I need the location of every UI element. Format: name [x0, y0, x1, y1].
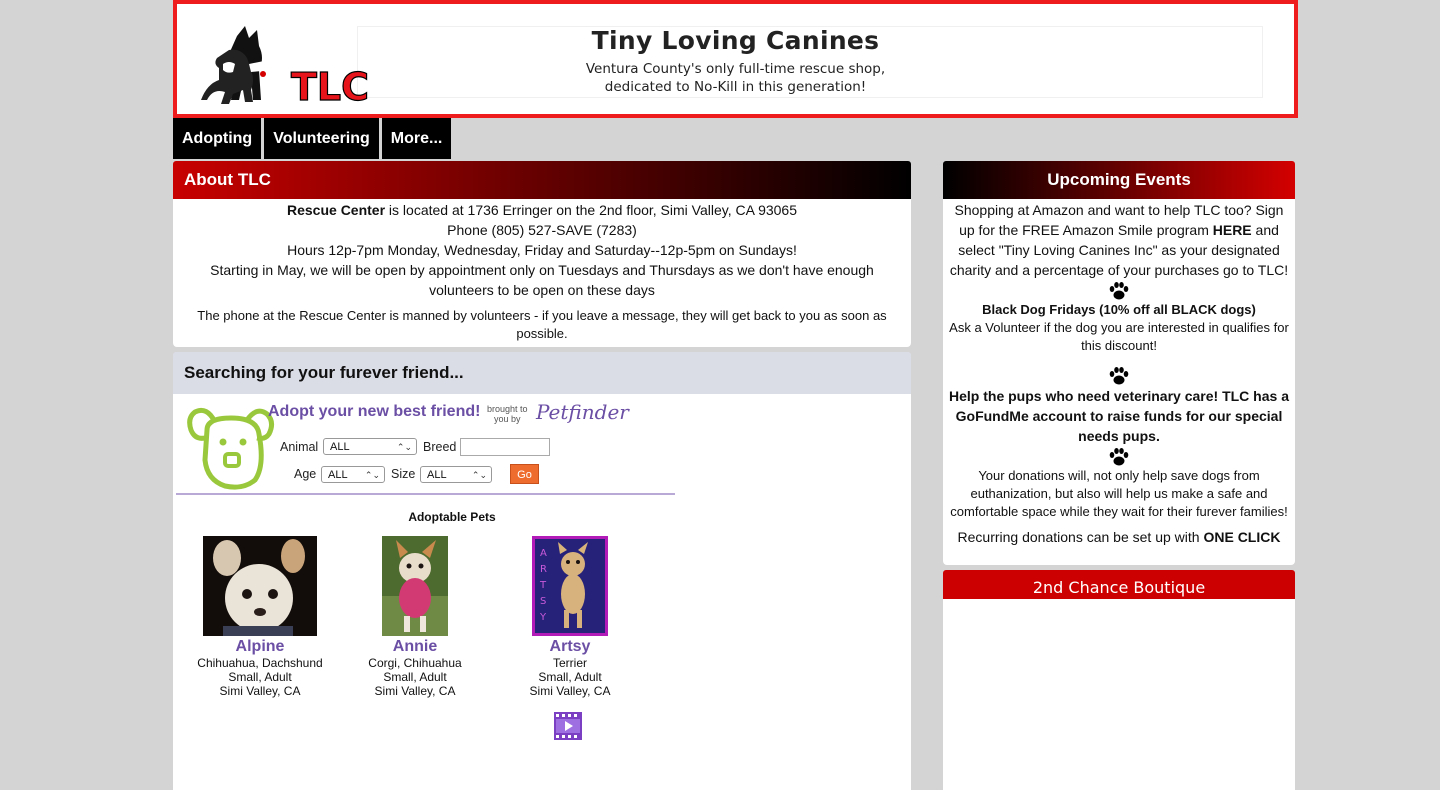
- paw-icon: [1109, 448, 1129, 466]
- about-may-notice: Starting in May, we will be open by appo…: [210, 262, 874, 298]
- age-select-value: ALL: [328, 469, 348, 481]
- main-nav: Adopting Volunteering More...: [173, 118, 452, 159]
- breed-input[interactable]: [460, 438, 550, 456]
- pet-name[interactable]: Annie: [340, 637, 490, 656]
- petfinder-title: Adopt your new best friend!: [268, 403, 481, 420]
- pet-card-artsy[interactable]: A R T S Y Artsy Terrier Small, Adult Sim…: [495, 536, 645, 698]
- pet-card-alpine[interactable]: Alpine Chihuahua, Dachshund Small, Adult…: [185, 536, 335, 698]
- petfinder-brand[interactable]: Petfinder: [536, 400, 629, 424]
- events-heading: Upcoming Events: [943, 161, 1295, 199]
- about-hours: Hours 12p-7pm Monday, Wednesday, Friday …: [287, 242, 797, 258]
- age-select[interactable]: ALL ⌃⌄: [321, 466, 385, 483]
- petfinder-dog-icon: [187, 407, 275, 490]
- svg-text:Y: Y: [539, 612, 547, 623]
- pet-name[interactable]: Artsy: [495, 637, 645, 656]
- rescue-center-label: Rescue Center: [287, 202, 386, 218]
- recurring-donations: Recurring donations can be set up with O…: [947, 527, 1291, 547]
- nav-volunteering[interactable]: Volunteering: [264, 118, 379, 159]
- select-chevron-icon: ⌃⌄: [396, 442, 412, 452]
- pet-breed: Corgi, Chihuahua: [368, 656, 462, 670]
- pet-size-age: Small, Adult: [538, 670, 602, 684]
- nav-adopting[interactable]: Adopting: [173, 118, 262, 159]
- video-icon[interactable]: [554, 712, 582, 740]
- pet-location: Simi Valley, CA: [219, 684, 301, 698]
- amazon-here-link[interactable]: HERE: [1213, 222, 1252, 238]
- black-dog-fridays: Black Dog Fridays (10% off all BLACK dog…: [982, 302, 1256, 317]
- size-select-value: ALL: [427, 469, 447, 481]
- svg-text:A: A: [540, 548, 547, 559]
- about-phone: Phone (805) 527-SAVE (7283): [447, 222, 637, 238]
- site-title: Tiny Loving Canines: [591, 26, 880, 55]
- pet-size-age: Small, Adult: [228, 670, 292, 684]
- boutique-heading: 2nd Chance Boutique: [943, 570, 1295, 599]
- search-heading: Searching for your furever friend...: [173, 352, 911, 394]
- animal-select-value: ALL: [330, 441, 350, 453]
- widget-divider: [176, 493, 675, 495]
- svg-text:R: R: [540, 564, 547, 575]
- size-label: Size: [391, 467, 416, 481]
- petfinder-brought-by: brought to you by: [487, 404, 528, 424]
- pet-breed: Chihuahua, Dachshund: [197, 656, 323, 670]
- select-chevron-icon: ⌃⌄: [364, 470, 380, 480]
- pet-photo-alpine[interactable]: [203, 536, 317, 636]
- black-dog-note: Ask a Volunteer if the dog you are inter…: [949, 320, 1289, 353]
- site-subtitle: Ventura County's only full-time rescue s…: [177, 60, 1294, 96]
- svg-text:S: S: [540, 596, 546, 607]
- paw-icon: [1109, 367, 1129, 385]
- pet-card-annie[interactable]: Annie Corgi, Chihuahua Small, Adult Simi…: [340, 536, 490, 698]
- boutique-panel: 2nd Chance Boutique: [943, 570, 1295, 790]
- age-label: Age: [294, 467, 317, 481]
- gofundme-text: Help the pups who need veterinary care! …: [949, 388, 1289, 444]
- animal-label: Animal: [280, 440, 319, 454]
- recurring-text: Recurring donations can be set up with: [957, 529, 1204, 545]
- select-chevron-icon: ⌃⌄: [471, 470, 487, 480]
- pet-name[interactable]: Alpine: [185, 637, 335, 656]
- pet-photo-artsy[interactable]: A R T S Y: [532, 536, 608, 636]
- about-location: Rescue Center is located at 1736 Erringe…: [191, 200, 893, 220]
- about-body: Rescue Center is located at 1736 Erringe…: [173, 199, 911, 343]
- site-header: TLC Tiny Loving Canines Ventura County's…: [173, 0, 1298, 118]
- pet-location: Simi Valley, CA: [374, 684, 456, 698]
- search-panel: Searching for your furever friend... Ado…: [173, 352, 911, 790]
- site-subtitle-line1: Ventura County's only full-time rescue s…: [585, 61, 886, 77]
- adoptable-pets-heading: Adoptable Pets: [408, 510, 496, 524]
- nav-more[interactable]: More...: [381, 118, 452, 159]
- size-select[interactable]: ALL ⌃⌄: [420, 466, 492, 483]
- events-panel: Upcoming Events Shopping at Amazon and w…: [943, 161, 1295, 565]
- go-button[interactable]: Go: [510, 464, 539, 484]
- one-click-link[interactable]: ONE CLICK: [1203, 529, 1280, 545]
- amazon-smile-text: Shopping at Amazon and want to help TLC …: [947, 200, 1291, 280]
- animal-select[interactable]: ALL ⌃⌄: [323, 438, 417, 455]
- pet-size-age: Small, Adult: [383, 670, 447, 684]
- site-subtitle-line2: dedicated to No-Kill in this generation!: [604, 79, 867, 95]
- pet-location: Simi Valley, CA: [529, 684, 611, 698]
- events-body: Shopping at Amazon and want to help TLC …: [943, 199, 1295, 547]
- about-heading: About TLC: [173, 161, 911, 199]
- pet-photo-annie[interactable]: [382, 536, 448, 636]
- pet-breed: Terrier: [552, 656, 587, 670]
- paw-icon: [1109, 282, 1129, 300]
- about-phone-note: The phone at the Rescue Center is manned…: [197, 308, 887, 341]
- rescue-center-address: is located at 1736 Erringer on the 2nd f…: [385, 202, 797, 218]
- donations-text: Your donations will, not only help save …: [950, 468, 1288, 519]
- svg-text:T: T: [539, 580, 547, 591]
- breed-label: Breed: [423, 440, 457, 454]
- about-panel: About TLC Rescue Center is located at 17…: [173, 161, 911, 347]
